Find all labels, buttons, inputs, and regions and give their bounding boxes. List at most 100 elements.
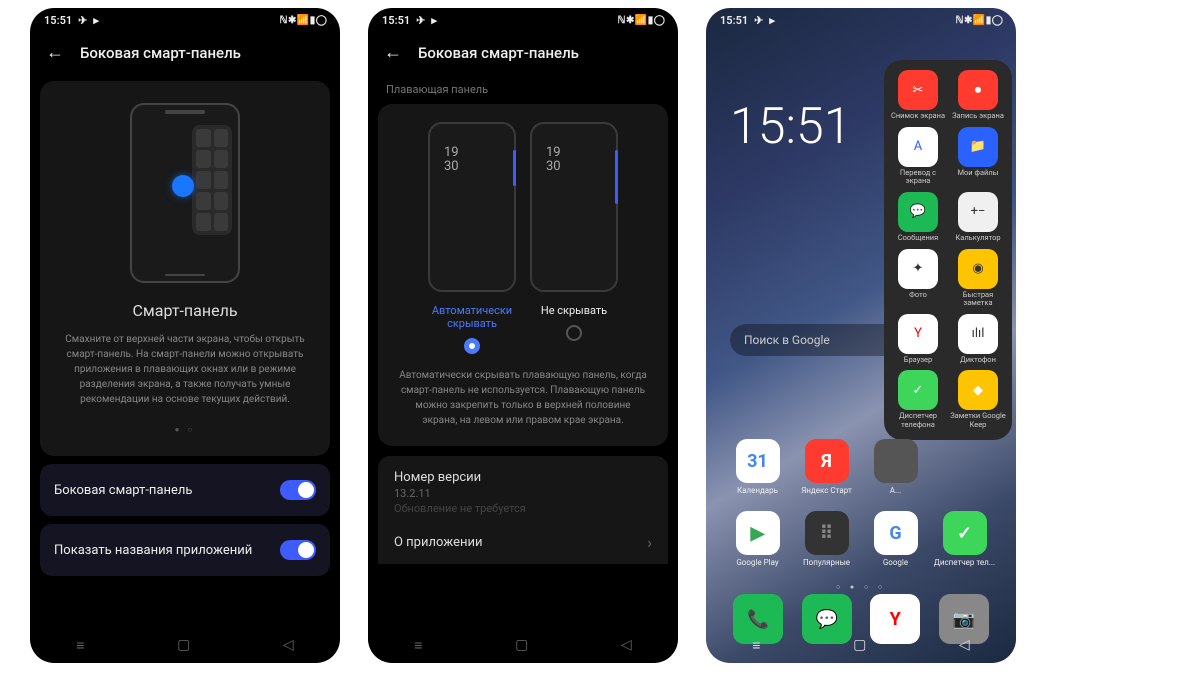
about-row[interactable]: О приложении › — [378, 521, 668, 564]
row-title: Номер версии — [394, 470, 652, 485]
app-label: Снимок экрана — [890, 112, 946, 121]
app-icon — [874, 439, 918, 483]
app-label: Перевод с экрана — [890, 169, 946, 186]
version-status: Обновление не требуется — [394, 502, 652, 515]
mock-time: 19 30 — [444, 146, 459, 175]
panel-app[interactable]: 💬 Сообщения — [890, 192, 946, 243]
home-app[interactable]: ✓ Диспетчер тел... — [931, 511, 998, 567]
mock-time: 19 30 — [546, 146, 561, 175]
telegram-icon: ✈ — [416, 14, 425, 27]
app-label: Мои файлы — [950, 169, 1006, 178]
app-label: Google Play — [724, 558, 791, 567]
panel-app[interactable]: ✦Фото — [890, 249, 946, 308]
app-icon: ◉ — [958, 249, 998, 289]
home-app[interactable]: G Google — [862, 511, 929, 567]
home-app-row: ▶ Google Play⠿Популярные G Google ✓ Диспетчер… — [706, 511, 1016, 567]
floating-bar-card: 19 30 19 30 Автоматически скрывать Не ск… — [378, 104, 668, 446]
app-icon: 💬 — [898, 192, 938, 232]
app-icon: ▶ — [736, 511, 780, 555]
panel-app[interactable]: +−Калькулятор — [950, 192, 1006, 243]
status-time: 15:51 — [382, 14, 410, 27]
app-label: Диспетчер телефона — [890, 412, 946, 429]
nav-back-icon[interactable]: ◁ — [283, 637, 294, 653]
radio-unselected-icon — [566, 325, 582, 341]
nav-home-icon[interactable]: ▢ — [515, 637, 528, 653]
nav-home-icon[interactable]: ▢ — [177, 637, 190, 653]
header-title: Боковая смарт-панель — [80, 44, 241, 62]
app-icon: ✦ — [898, 249, 938, 289]
back-icon[interactable]: ← — [46, 42, 64, 63]
app-label: Сообщения — [890, 234, 946, 243]
page-indicator[interactable]: ○ ● ○ ○ — [836, 583, 886, 591]
switch-on-icon[interactable] — [280, 540, 316, 560]
app-label: Яндекс Старт — [793, 486, 860, 495]
nav-home-icon[interactable]: ▢ — [853, 637, 866, 653]
status-bar: 15:51✈▸ ℕ ✱ 📶 ▮ ◯ — [706, 8, 1016, 32]
app-icon: 31 — [736, 439, 780, 483]
intro-title: Смарт-панель — [56, 301, 314, 320]
panel-app[interactable]: ◉Быстрая заметка — [950, 249, 1006, 308]
radio-selected-icon — [464, 338, 480, 354]
app-icon: ⠿ — [805, 511, 849, 555]
app-icon: G — [874, 511, 918, 555]
panel-app[interactable]: ⏺Запись экрана — [950, 70, 1006, 121]
app-label: Google — [862, 558, 929, 567]
youtube-icon: ▸ — [93, 14, 99, 27]
switch-on-icon[interactable] — [280, 480, 316, 500]
panel-app[interactable]: ✓ Диспетчер телефона — [890, 370, 946, 429]
smart-sidebar-panel[interactable]: ✂Снимок экрана⏺Запись экрана A Перевод с э… — [884, 60, 1012, 440]
panel-app[interactable]: ◆Заметки Google Keep — [950, 370, 1006, 429]
clock-widget[interactable]: 15:51 — [730, 98, 851, 156]
nav-recent-icon[interactable]: ≡ — [76, 637, 84, 654]
option-dont-hide[interactable]: Не скрывать — [530, 304, 618, 354]
home-app[interactable] — [931, 439, 998, 495]
app-icon: ılıl — [958, 314, 998, 354]
app-label: А... — [862, 486, 929, 495]
status-icons: ℕ ✱ 📶 ▮ ◯ — [280, 15, 326, 26]
panel-app[interactable]: YБраузер — [890, 314, 946, 365]
mock-auto-hide: 19 30 — [428, 122, 516, 292]
telegram-icon: ✈ — [78, 14, 87, 27]
header-title: Боковая смарт-панель — [418, 44, 579, 62]
option-description: Автоматически скрывать плавающую панель,… — [390, 368, 656, 428]
app-icon: A — [898, 127, 938, 167]
home-app[interactable]: ⠿Популярные — [793, 511, 860, 567]
nav-back-icon[interactable]: ◁ — [621, 637, 632, 653]
home-app-row: 31 Календарь Я Яндекс СтартА... — [706, 439, 1016, 495]
home-app[interactable]: ▶ Google Play — [724, 511, 791, 567]
home-app[interactable]: 31 Календарь — [724, 439, 791, 495]
option-label: Автоматически скрывать — [432, 304, 512, 330]
nav-recent-icon[interactable]: ≡ — [752, 637, 760, 654]
option-label: Не скрывать — [541, 304, 607, 317]
status-bar: 15:51✈▸ ℕ ✱ 📶 ▮ ◯ — [30, 8, 340, 32]
nav-recent-icon[interactable]: ≡ — [414, 637, 422, 654]
panel-app[interactable]: ✂Снимок экрана — [890, 70, 946, 121]
back-icon[interactable]: ← — [384, 42, 402, 63]
app-icon: ✓ — [898, 370, 938, 410]
app-icon: 📁 — [958, 127, 998, 167]
panel-app[interactable]: A Перевод с экрана — [890, 127, 946, 186]
section-label: Плавающая панель — [368, 73, 678, 100]
intro-card[interactable]: Смарт-панель Смахните от верхней части э… — [40, 81, 330, 456]
app-label: Запись экрана — [950, 112, 1006, 121]
app-label: Диспетчер тел... — [931, 558, 998, 567]
google-search-bar[interactable]: Поиск в Google — [730, 324, 900, 356]
app-header: ← Боковая смарт-панель — [30, 32, 340, 73]
version-row[interactable]: Номер версии 13.2.11 Обновление не требу… — [378, 456, 668, 521]
mock-always-show: 19 30 — [530, 122, 618, 292]
gesture-dot-icon — [172, 175, 194, 197]
panel-app[interactable]: 📁 Мои файлы — [950, 127, 1006, 186]
app-icon: Я — [805, 439, 849, 483]
option-auto-hide[interactable]: Автоматически скрывать — [428, 304, 516, 354]
home-app[interactable]: Я Яндекс Старт — [793, 439, 860, 495]
panel-app[interactable]: ılıl Диктофон — [950, 314, 1006, 365]
nav-back-icon[interactable]: ◁ — [959, 637, 970, 653]
pager-dots[interactable]: ● ○ — [56, 425, 314, 434]
app-label: Диктофон — [950, 356, 1006, 365]
app-icon: ✓ — [943, 511, 987, 555]
screen-smart-sidebar-intro: 15:51✈▸ ℕ ✱ 📶 ▮ ◯ ← Боковая смарт-панель… — [30, 8, 340, 663]
home-app[interactable]: А... — [862, 439, 929, 495]
app-label: Календарь — [724, 486, 791, 495]
toggle-smart-sidebar[interactable]: Боковая смарт-панель — [40, 464, 330, 516]
toggle-show-app-names[interactable]: Показать названия приложений — [40, 524, 330, 576]
